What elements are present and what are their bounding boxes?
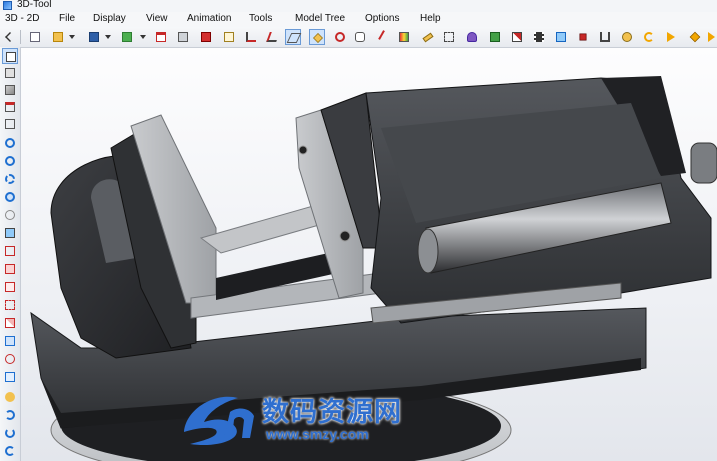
ruler-icon[interactable] (420, 29, 436, 45)
bom-icon[interactable] (198, 29, 214, 45)
cube-transparent-icon[interactable] (2, 333, 18, 349)
play-forward-icon[interactable] (664, 29, 680, 45)
view-front-icon[interactable] (2, 65, 18, 81)
3d-viewport[interactable]: 数码资源网 www.smzy.com (21, 48, 717, 461)
menu-bar: 3D - 2D File Display View Animation Tool… (0, 12, 717, 27)
paint-brush-icon[interactable] (464, 29, 480, 45)
rotate-view-icon[interactable] (2, 225, 18, 241)
view-top-icon[interactable] (2, 99, 18, 115)
cube-edges-icon[interactable] (2, 279, 18, 295)
show-all-icon[interactable] (2, 369, 18, 385)
menu-tools[interactable]: Tools (249, 13, 272, 24)
menu-help[interactable]: Help (420, 13, 441, 24)
zoom-out-icon[interactable] (2, 153, 18, 169)
rotate-icon[interactable] (641, 29, 657, 45)
cube-shaded-icon[interactable] (2, 261, 18, 277)
menu-animation[interactable]: Animation (187, 13, 231, 24)
open-dropdown-arrow-icon[interactable] (69, 35, 75, 39)
component-icon[interactable] (597, 29, 613, 45)
assembly-icon[interactable] (575, 29, 591, 45)
zoom-in-icon[interactable] (2, 135, 18, 151)
compare-icon[interactable] (487, 29, 503, 45)
menu-view[interactable]: View (146, 13, 168, 24)
expand-arrows-icon[interactable] (2, 29, 18, 45)
watermark-logo-icon (184, 396, 254, 446)
view-side-icon[interactable] (2, 116, 18, 132)
export-dropdown-arrow-icon[interactable] (140, 35, 146, 39)
pencil-icon[interactable] (373, 29, 392, 45)
section-cut-icon[interactable] (285, 29, 302, 45)
properties-icon[interactable] (221, 29, 237, 45)
rotate-180-z-icon[interactable] (2, 443, 18, 459)
menu-file[interactable]: File (59, 13, 75, 24)
menu-display[interactable]: Display (93, 13, 126, 24)
view-iso-icon[interactable] (2, 82, 18, 98)
color-picker-icon[interactable] (396, 29, 412, 45)
window-title: 3D-Tool (17, 0, 52, 10)
menu-3d-2d[interactable]: 3D - 2D (5, 13, 39, 24)
cylinder-end (417, 228, 439, 274)
hide-icon[interactable] (2, 351, 18, 367)
pdf-export-icon[interactable] (153, 29, 169, 45)
new-document-icon[interactable] (27, 29, 43, 45)
measure-edge-icon[interactable] (243, 29, 259, 45)
select-icon[interactable] (2, 48, 18, 64)
move-icon[interactable] (619, 29, 635, 45)
save-dropdown-arrow-icon[interactable] (105, 35, 111, 39)
zoom-fit-icon[interactable] (2, 189, 18, 205)
zoom-window-icon[interactable] (2, 171, 18, 187)
pan-icon[interactable] (2, 207, 18, 223)
section-plane-icon[interactable] (309, 29, 325, 45)
open-folder-icon[interactable] (50, 29, 66, 45)
watermark-site-name: 数码资源网 (262, 397, 402, 428)
keyframe-diamond-icon[interactable] (687, 29, 703, 45)
rotate-180-y-icon[interactable] (2, 425, 18, 441)
menu-options[interactable]: Options (365, 13, 399, 24)
comment-icon[interactable] (352, 29, 368, 45)
spindle-end (690, 142, 717, 184)
cube-hidden-icon[interactable] (2, 297, 18, 313)
app-logo-icon (3, 1, 12, 10)
lighting-icon[interactable] (2, 389, 18, 405)
exploded-view-icon[interactable] (441, 29, 457, 45)
view-toolbar (0, 47, 21, 461)
snapshot-icon[interactable] (553, 29, 569, 45)
jaw-screw-lower (339, 230, 351, 242)
cube-section-icon[interactable] (2, 315, 18, 331)
save-disk-icon[interactable] (86, 29, 102, 45)
export-icon[interactable] (119, 29, 135, 45)
transform-icon[interactable] (509, 29, 525, 45)
watermark-url: www.smzy.com (266, 426, 369, 442)
measure-angle-icon[interactable] (265, 29, 281, 45)
markup-icon[interactable] (332, 29, 348, 45)
film-strip-icon[interactable] (531, 29, 547, 45)
rotate-180-x-icon[interactable] (2, 407, 18, 423)
menu-model-tree[interactable]: Model Tree (295, 13, 345, 24)
watermark: 数码资源网 www.smzy.com (176, 388, 436, 448)
toolbar-separator (20, 30, 21, 44)
cube-wireframe-icon[interactable] (2, 243, 18, 259)
print-icon[interactable] (175, 29, 191, 45)
jaw-screw-upper (298, 145, 308, 155)
main-toolbar (0, 27, 717, 48)
animation-path-icon[interactable] (705, 29, 717, 45)
